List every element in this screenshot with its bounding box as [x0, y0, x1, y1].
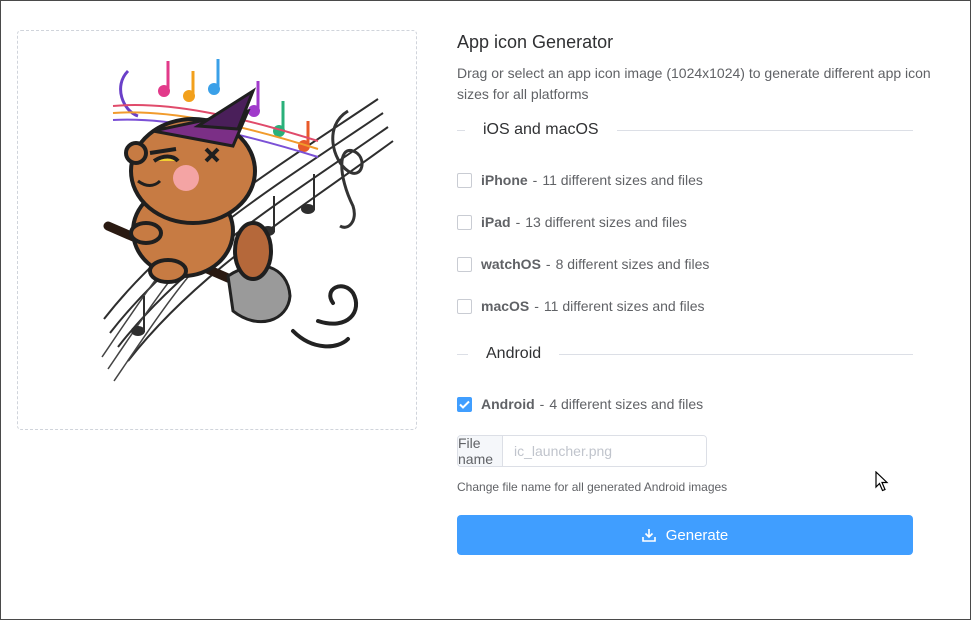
option-android[interactable]: Android - 4 different sizes and files	[457, 394, 703, 414]
checkmark-icon	[459, 400, 470, 409]
option-name: macOS	[481, 298, 530, 314]
file-name-input-group: File name	[457, 435, 707, 467]
option-separator: -	[539, 396, 545, 412]
checkbox[interactable]	[457, 172, 472, 188]
checkbox[interactable]	[457, 214, 472, 230]
generate-label: Generate	[665, 526, 729, 544]
file-name-hint: Change file name for all generated Andro…	[457, 480, 728, 494]
option-name: iPhone	[481, 172, 528, 188]
file-name-label: File name	[458, 436, 503, 466]
page-description: Drag or select an app icon image (1024x1…	[457, 65, 931, 102]
mouse-cursor-icon	[875, 471, 889, 492]
option-name: watchOS	[481, 256, 541, 272]
settings-panel: App icon Generator Drag or select an app…	[457, 29, 931, 555]
option-detail: 4 different sizes and files	[549, 396, 704, 412]
option-separator: -	[545, 256, 551, 272]
file-name-input[interactable]	[503, 436, 706, 466]
option-detail: 11 different sizes and files	[543, 298, 705, 314]
beaver-witch-music-image	[101, 59, 394, 382]
option-name: iPad	[481, 214, 511, 230]
option-iphone[interactable]: iPhone - 11 different sizes and files	[457, 170, 703, 190]
option-separator: -	[515, 214, 521, 230]
option-separator: -	[534, 298, 539, 314]
download-icon	[641, 528, 656, 542]
checkbox-checked[interactable]	[457, 396, 472, 412]
option-macos[interactable]: macOS - 11 different sizes and files	[457, 296, 705, 316]
image-dropzone[interactable]	[17, 30, 417, 430]
option-separator: -	[532, 172, 538, 188]
checkbox[interactable]	[457, 256, 472, 272]
section-title-android: Android	[468, 344, 560, 364]
section-title-ios: iOS and macOS	[465, 120, 617, 140]
option-watchos[interactable]: watchOS - 8 different sizes and files	[457, 254, 709, 274]
app-window: App icon Generator Drag or select an app…	[0, 0, 971, 620]
checkbox[interactable]	[457, 298, 472, 314]
option-ipad[interactable]: iPad - 13 different sizes and files	[457, 212, 687, 232]
option-detail: 11 different sizes and files	[542, 172, 703, 188]
option-name: Android	[481, 396, 535, 412]
page-title: App icon Generator	[457, 32, 614, 52]
option-detail: 13 different sizes and files	[525, 214, 687, 230]
generate-button[interactable]: Generate	[457, 515, 913, 555]
option-detail: 8 different sizes and files	[555, 256, 710, 272]
